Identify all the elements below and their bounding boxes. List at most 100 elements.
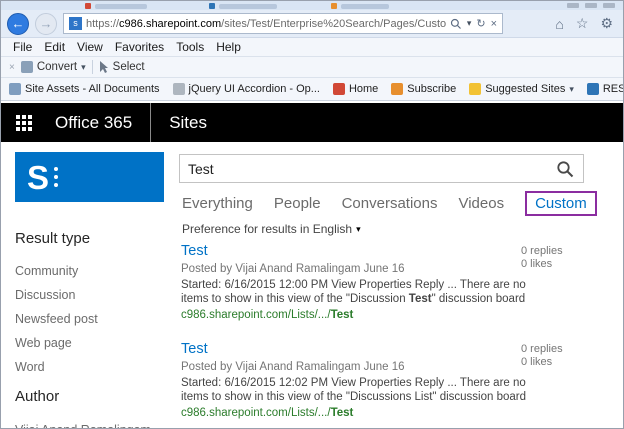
menu-help[interactable]: Help [210, 40, 247, 54]
result-title-link[interactable]: Test [181, 341, 208, 358]
search-dropdown-icon[interactable]: ▾ [467, 18, 472, 29]
results-language-preference[interactable]: Preference for results in English ▾ [182, 222, 361, 236]
custom-tab-highlight: Custom [525, 191, 597, 216]
menu-edit[interactable]: Edit [38, 40, 71, 54]
tab-favicon [85, 3, 91, 9]
favorites-star-icon[interactable]: ☆ [576, 15, 589, 32]
select-button[interactable]: Select [99, 61, 145, 73]
refiner-heading-author: Author [15, 388, 60, 405]
tab-people[interactable]: People [274, 195, 321, 212]
tab-custom[interactable]: Custom [535, 195, 587, 212]
menu-view[interactable]: View [71, 40, 109, 54]
divider [91, 60, 93, 74]
command-bar: × Convert ▾ Select [1, 57, 623, 78]
home-icon[interactable]: ⌂ [555, 16, 563, 32]
clipped-tab[interactable] [95, 4, 147, 9]
convert-icon [20, 61, 33, 73]
menu-file[interactable]: File [7, 40, 38, 54]
x-icon: × [9, 61, 15, 73]
result-snippet: Started: 6/16/2015 12:02 PM View Propert… [181, 377, 527, 403]
search-vertical-tabs: Everything People Conversations Videos C… [182, 191, 597, 216]
favicon [469, 83, 482, 95]
replies-count: 0 replies [521, 343, 563, 355]
browser-window: ← → s https://c986.sharepoint.com/sites/… [0, 0, 624, 429]
tab-videos[interactable]: Videos [458, 195, 504, 212]
logo-dots [54, 167, 59, 187]
likes-count: 0 likes [521, 258, 553, 270]
forward-button[interactable]: → [35, 12, 57, 35]
minimize-button[interactable] [567, 3, 579, 8]
result-stats: 0 replies 0 likes [521, 245, 563, 271]
refiner-web-page[interactable]: Web page [15, 331, 175, 355]
refiner-heading-result-type: Result type [15, 230, 91, 247]
stop-icon[interactable]: × [491, 18, 497, 30]
favorites-bar: Site Assets - All Documents jQuery UI Ac… [1, 78, 623, 101]
back-button[interactable]: ← [7, 12, 29, 35]
favicon [391, 83, 404, 95]
forward-arrow-icon: → [39, 16, 53, 31]
url-text: https://c986.sharepoint.com/sites/Test/E… [86, 17, 446, 30]
tab-favicon [331, 3, 337, 9]
close-button[interactable] [603, 3, 615, 8]
search-result: Test Posted by Vijai Anand Ramalingam Ju… [181, 242, 613, 321]
favicon [332, 83, 345, 95]
address-bar[interactable]: s https://c986.sharepoint.com/sites/Test… [63, 13, 503, 34]
replies-count: 0 replies [521, 245, 563, 257]
tab-everything[interactable]: Everything [182, 195, 253, 212]
result-stats: 0 replies 0 likes [521, 343, 563, 369]
chevron-down-icon: ▾ [81, 61, 86, 72]
refiner-discussion[interactable]: Discussion [15, 283, 175, 307]
favicon [9, 83, 21, 95]
result-url-link[interactable]: c986.sharepoint.com/Lists/.../Test [181, 407, 613, 419]
search-box [179, 154, 584, 183]
convert-button[interactable]: Convert ▾ [20, 61, 86, 73]
refiner-author-vijai[interactable]: Vijai Anand Ramalingam [15, 418, 175, 428]
search-input[interactable] [180, 160, 547, 177]
refinement-panel: Result type Community Discussion Newsfee… [15, 230, 175, 428]
maximize-button[interactable] [585, 3, 597, 8]
app-launcher-icon[interactable] [1, 103, 47, 142]
sharepoint-logo-letter: S [27, 158, 50, 196]
magnifier-icon [557, 160, 574, 177]
site-favicon: s [69, 17, 82, 30]
refiner-word[interactable]: Word [15, 355, 175, 379]
favicon [172, 83, 185, 95]
refresh-icon[interactable]: ↻ [476, 17, 485, 30]
address-bar-row: ← → s https://c986.sharepoint.com/sites/… [1, 10, 623, 38]
favorite-rest-api[interactable]: REST API reference and s [586, 83, 623, 95]
menu-favorites[interactable]: Favorites [109, 40, 170, 54]
search-icon[interactable] [450, 18, 462, 30]
office365-suite-bar: Office 365 Sites [1, 103, 623, 142]
favicon [586, 83, 599, 95]
back-arrow-icon: ← [11, 16, 25, 31]
menu-tools[interactable]: Tools [170, 40, 210, 54]
clipped-tab[interactable] [219, 4, 277, 9]
clipped-tab[interactable] [341, 4, 389, 9]
favorite-suggested-sites[interactable]: Suggested Sites ▾ [469, 83, 574, 95]
divider [150, 103, 152, 142]
chevron-down-icon: ▾ [569, 83, 574, 94]
title-bar [1, 1, 623, 10]
favorite-subscribe[interactable]: Subscribe [391, 83, 456, 95]
result-title-link[interactable]: Test [181, 243, 208, 260]
tab-conversations[interactable]: Conversations [342, 195, 438, 212]
cursor-icon [99, 61, 108, 73]
tab-favicon [209, 3, 215, 9]
favorite-site-assets[interactable]: Site Assets - All Documents [9, 83, 160, 95]
refiner-community[interactable]: Community [15, 259, 175, 283]
menu-bar: File Edit View Favorites Tools Help [1, 38, 623, 57]
sharepoint-logo: S [15, 152, 164, 202]
likes-count: 0 likes [521, 356, 553, 368]
result-url-link[interactable]: c986.sharepoint.com/Lists/.../Test [181, 309, 613, 321]
sites-link[interactable]: Sites [169, 113, 207, 133]
page-content: S Everything People Conversations Videos… [1, 142, 623, 428]
result-snippet: Started: 6/16/2015 12:00 PM View Propert… [181, 279, 526, 305]
refiner-newsfeed-post[interactable]: Newsfeed post [15, 307, 175, 331]
settings-gear-icon[interactable]: ⚙ [600, 15, 613, 32]
chevron-down-icon: ▾ [356, 223, 361, 234]
office365-brand[interactable]: Office 365 [55, 113, 132, 133]
favorite-jquery-accordion[interactable]: jQuery UI Accordion - Op... [172, 83, 320, 95]
search-button[interactable] [547, 160, 583, 178]
favorite-home[interactable]: Home [332, 83, 378, 95]
search-result: Test Posted by Vijai Anand Ramalingam Ju… [181, 340, 613, 419]
